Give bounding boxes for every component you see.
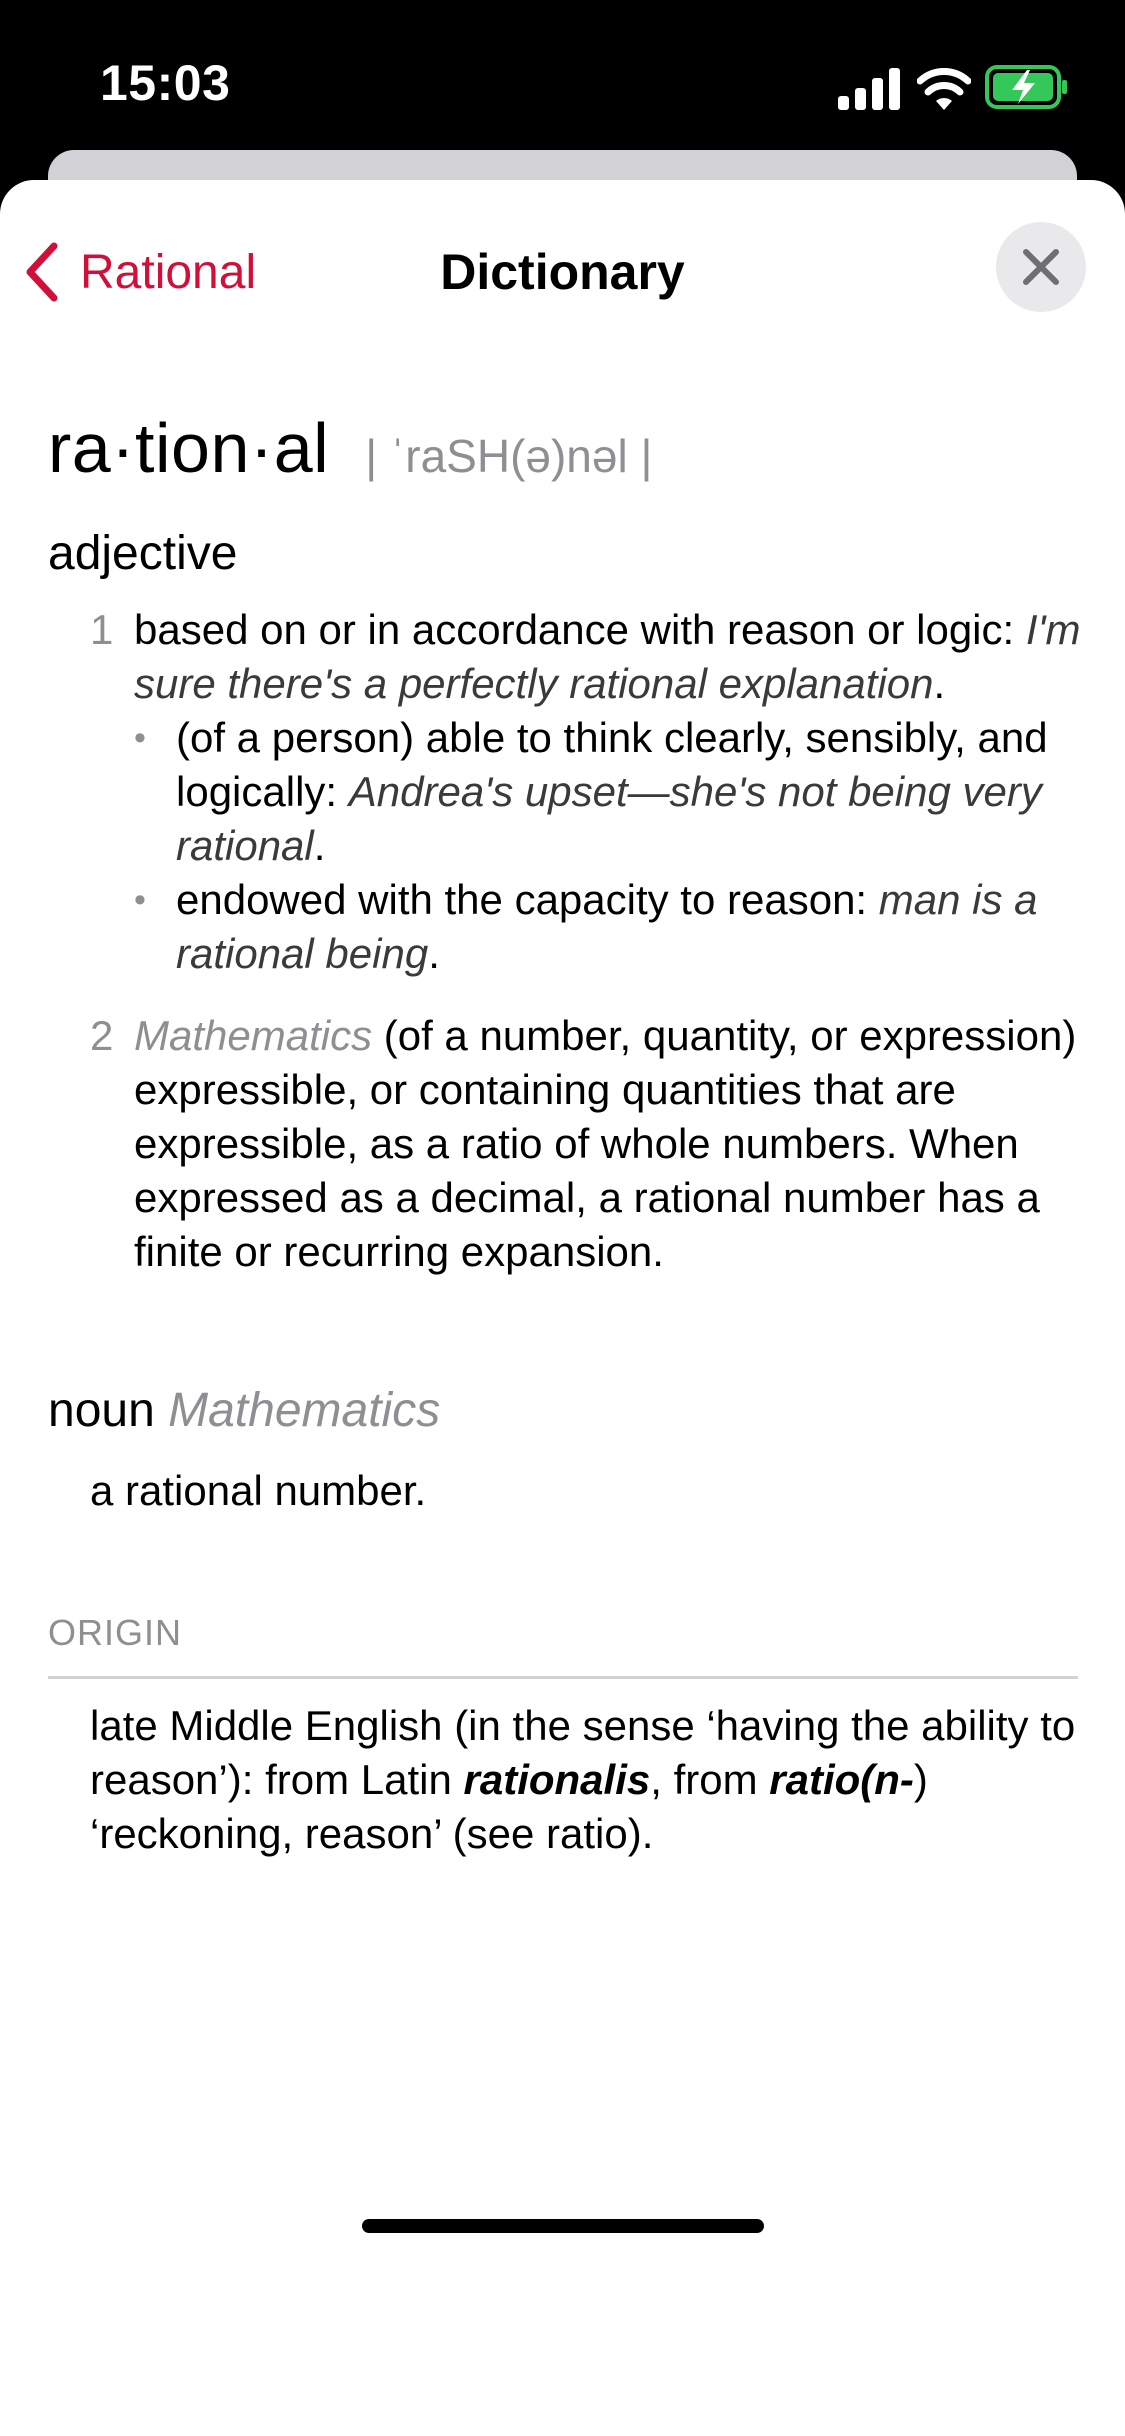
noun-domain-label: Mathematics xyxy=(168,1384,441,1437)
noun-definition: a rational number. xyxy=(90,1467,427,1514)
sense-number: 1 xyxy=(90,606,114,653)
sense-number: 2 xyxy=(90,1012,114,1059)
domain-label: Mathematics xyxy=(134,1012,373,1059)
home-indicator[interactable] xyxy=(362,2219,764,2233)
part-of-speech-noun: noun Mathematics xyxy=(48,1383,1088,1438)
adjective-senses: 1 based on or in accordance with reason … xyxy=(48,603,1088,1279)
close-button[interactable] xyxy=(996,222,1086,312)
dictionary-sheet: Rational Dictionary ra·tion·al | ˈraSH(ə… xyxy=(0,180,1125,2436)
back-button[interactable]: Rational xyxy=(24,232,256,312)
origin-text: late Middle English (in the sense ‘havin… xyxy=(48,1699,1088,1861)
headword: ra·tion·al xyxy=(48,409,330,487)
bullet: • xyxy=(134,719,146,757)
sense-1: 1 based on or in accordance with reason … xyxy=(48,603,1088,981)
subsense-definition: endowed with the capacity to reason: xyxy=(176,876,868,923)
headword-row: ra·tion·al | ˈraSH(ə)nəl | xyxy=(48,408,1088,488)
origin-part-2: , from xyxy=(650,1756,758,1803)
subsense-1: • (of a person) able to think clearly, s… xyxy=(134,711,1088,873)
battery-charging-icon xyxy=(985,65,1067,109)
close-icon xyxy=(1023,249,1059,285)
sense-definition: based on or in accordance with reason or… xyxy=(134,606,1015,653)
chevron-left-icon xyxy=(26,242,58,302)
status-bar: 15:03 xyxy=(0,0,1125,150)
subsense-2: • endowed with the capacity to reason: m… xyxy=(134,873,1088,981)
sense-2: 2 Mathematics (of a number, quantity, or… xyxy=(48,1009,1088,1279)
noun-label: noun xyxy=(48,1384,155,1437)
origin-term-1: rationalis xyxy=(463,1756,651,1803)
signal-icon xyxy=(838,68,900,110)
pronunciation: | ˈraSH(ə)nəl | xyxy=(365,430,653,482)
origin-heading: ORIGIN xyxy=(48,1612,183,1653)
bullet: • xyxy=(134,881,146,919)
part-of-speech-adjective: adjective xyxy=(48,527,238,580)
entry-content: ra·tion·al | ˈraSH(ə)nəl | adjective 1 b… xyxy=(48,408,1088,1861)
origin-term-2: ratio(n- xyxy=(769,1756,914,1803)
origin-divider xyxy=(48,1676,1078,1679)
back-button-label: Rational xyxy=(80,245,257,299)
status-time: 15:03 xyxy=(100,55,231,111)
wifi-icon xyxy=(917,68,971,110)
